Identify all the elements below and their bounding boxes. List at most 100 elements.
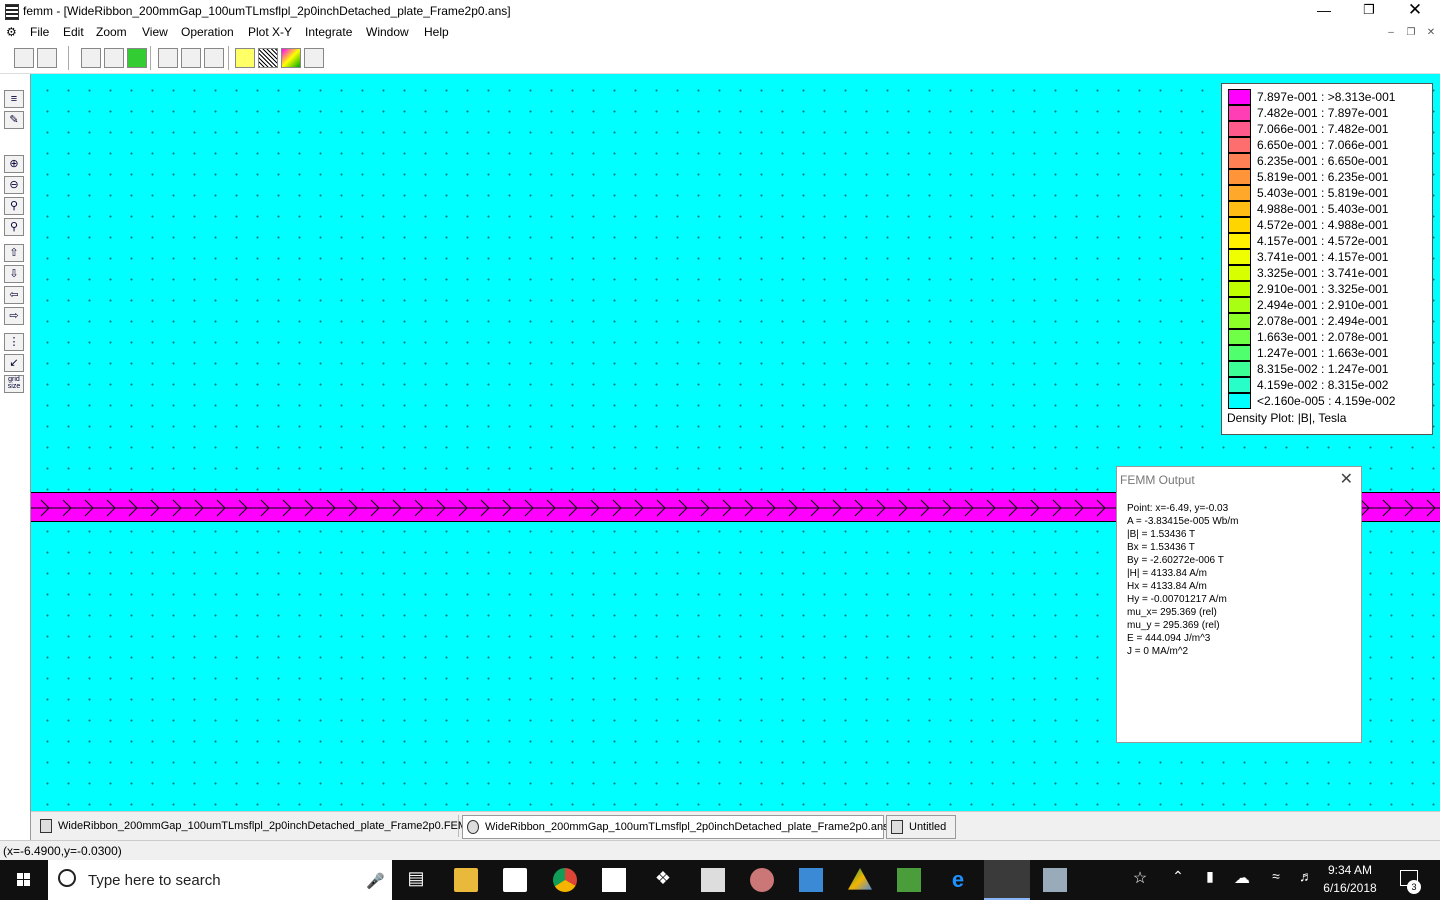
tab-label: Untitled xyxy=(909,821,947,833)
tab-untitled[interactable]: Untitled xyxy=(886,815,956,839)
mdi-close-icon[interactable]: ✕ xyxy=(1424,27,1438,39)
femm-doc-icon xyxy=(40,819,52,834)
wifi-icon[interactable]: ≈ xyxy=(1264,868,1288,892)
close-icon[interactable]: ✕ xyxy=(1392,0,1438,22)
status-coordinates: (x=-6.4900,y=-0.0300) xyxy=(3,844,122,858)
system-menu-icon[interactable]: ⚙ xyxy=(6,25,17,39)
dropbox-icon[interactable]: ❖ xyxy=(651,868,675,892)
femm-output-window[interactable]: FEMM Output ✕ Point: x=-6.49, y=-0.03 A =… xyxy=(1116,466,1362,743)
toolbar-separator xyxy=(228,46,229,70)
chrome-icon[interactable] xyxy=(553,868,577,892)
menu-plot-xy[interactable]: Plot X-Y xyxy=(248,25,292,39)
tab-ans-document[interactable]: WideRibbon_200mmGap_100umTLmsflpl_2p0inc… xyxy=(462,815,889,839)
clock-date[interactable]: 6/16/2018 xyxy=(1320,881,1380,895)
legend-range-label: 8.315e-002 : 1.247e-001 xyxy=(1257,362,1389,376)
store-icon[interactable] xyxy=(503,868,527,892)
menu-view[interactable]: View xyxy=(142,25,168,39)
femm-taskbar-icon[interactable] xyxy=(984,860,1030,900)
close-icon[interactable]: ✕ xyxy=(1340,469,1353,489)
edge-icon[interactable]: e xyxy=(946,868,970,892)
output-line: mu_y = 295.369 (rel) xyxy=(1127,620,1220,631)
femm-app-icon[interactable] xyxy=(5,4,19,20)
evernote-icon[interactable] xyxy=(897,868,921,892)
xy-plot-icon xyxy=(891,820,903,835)
pan-up-icon[interactable]: ⇧ xyxy=(4,244,24,262)
volume-icon[interactable]: ♬ xyxy=(1294,868,1318,892)
zoom-out-icon[interactable]: ⊖ xyxy=(4,176,24,194)
mdi-restore-icon[interactable]: ❐ xyxy=(1404,27,1418,39)
menu-help[interactable]: Help xyxy=(424,25,449,39)
point-mode-icon[interactable] xyxy=(81,48,101,68)
mail-icon[interactable] xyxy=(602,868,626,892)
window-title: femm - [WideRibbon_200mmGap_100umTLmsflp… xyxy=(23,4,511,18)
block-integral-icon[interactable] xyxy=(204,48,224,68)
zoom-natural-icon[interactable]: ⚲ xyxy=(4,197,24,215)
cortana-icon xyxy=(58,869,76,887)
calculator-icon[interactable] xyxy=(701,868,725,892)
show-mesh-icon[interactable] xyxy=(235,48,255,68)
postprocessor-icon xyxy=(467,820,479,835)
notification-badge: 3 xyxy=(1407,880,1421,894)
zoom-in-icon[interactable]: ⊕ xyxy=(4,155,24,173)
zoom-window-icon[interactable]: ⚲ xyxy=(4,218,24,236)
legend-range-label: 5.403e-001 : 5.819e-001 xyxy=(1257,186,1389,200)
people-icon[interactable]: ☆ xyxy=(1128,868,1152,892)
menu-edit[interactable]: Edit xyxy=(63,25,84,39)
legend-range-label: 7.482e-001 : 7.897e-001 xyxy=(1257,106,1389,120)
tab-fem-document[interactable]: WideRibbon_200mmGap_100umTLmsflpl_2p0inc… xyxy=(36,815,467,837)
density-plot-icon[interactable] xyxy=(281,48,301,68)
vector-plot-icon[interactable] xyxy=(304,48,324,68)
control-panel-icon[interactable] xyxy=(799,868,823,892)
windows-start-icon[interactable] xyxy=(0,860,48,900)
new-file-icon[interactable] xyxy=(14,48,34,68)
legend-swatch xyxy=(1228,185,1251,201)
legend-range-label: 5.819e-001 : 6.235e-001 xyxy=(1257,170,1389,184)
density-legend: 7.897e-001 : >8.313e-001 7.482e-001 : 7.8… xyxy=(1221,83,1433,435)
menu-file[interactable]: File xyxy=(30,25,49,39)
edit-props-icon[interactable]: ✎ xyxy=(4,111,24,129)
legend-range-label: <2.160e-005 : 4.159e-002 xyxy=(1257,394,1396,408)
legend-range-label: 4.157e-001 : 4.572e-001 xyxy=(1257,234,1389,248)
plot-xy-icon[interactable] xyxy=(158,48,178,68)
legend-swatch xyxy=(1228,169,1251,185)
snap-grid-icon[interactable]: ↙ xyxy=(4,354,24,372)
menu-window[interactable]: Window xyxy=(366,25,409,39)
pan-down-icon[interactable]: ⇩ xyxy=(4,265,24,283)
menu-zoom[interactable]: Zoom xyxy=(96,25,127,39)
taskbar-search-box[interactable]: Type here to search 🎤 xyxy=(48,860,392,900)
legend-range-label: 3.325e-001 : 3.741e-001 xyxy=(1257,266,1389,280)
legend-range-label: 6.235e-001 : 6.650e-001 xyxy=(1257,154,1389,168)
microphone-icon[interactable]: 🎤 xyxy=(366,872,385,890)
paint-icon[interactable] xyxy=(750,868,774,892)
line-integral-icon[interactable] xyxy=(181,48,201,68)
tab-label: WideRibbon_200mmGap_100umTLmsflpl_2p0inc… xyxy=(485,821,889,833)
pan-left-icon[interactable]: ⇦ xyxy=(4,286,24,304)
mdi-minimize-icon[interactable]: – xyxy=(1384,27,1398,39)
open-folder-icon[interactable] xyxy=(37,48,57,68)
onedrive-icon[interactable]: ☁ xyxy=(1230,868,1254,892)
search-placeholder: Type here to search xyxy=(88,872,221,889)
task-view-icon[interactable]: ▤ xyxy=(404,868,428,892)
minimize-icon[interactable]: — xyxy=(1301,0,1347,22)
chevron-up-icon[interactable]: ⌃ xyxy=(1166,868,1190,892)
menu-operation[interactable]: Operation xyxy=(181,25,234,39)
battery-icon[interactable]: ▮ xyxy=(1198,868,1222,892)
notes-icon[interactable] xyxy=(1043,868,1067,892)
legend-swatch xyxy=(1228,297,1251,313)
legend-swatch xyxy=(1228,121,1251,137)
pan-right-icon[interactable]: ⇨ xyxy=(4,307,24,325)
contour-mode-icon[interactable] xyxy=(104,48,124,68)
legend-range-label: 2.494e-001 : 2.910e-001 xyxy=(1257,298,1389,312)
output-line: Hy = -0.00701217 A/m xyxy=(1127,594,1227,605)
list-icon[interactable]: ≡ xyxy=(4,90,24,108)
contour-plot-icon[interactable] xyxy=(258,48,278,68)
area-mode-icon[interactable] xyxy=(127,48,147,68)
legend-swatch xyxy=(1228,217,1251,233)
status-bar xyxy=(0,840,1440,861)
grid-size-icon[interactable]: grid size xyxy=(4,375,24,393)
clock-time[interactable]: 9:34 AM xyxy=(1320,863,1380,877)
restore-icon[interactable]: ❐ xyxy=(1346,0,1392,22)
menu-integrate[interactable]: Integrate xyxy=(305,25,352,39)
file-explorer-icon[interactable] xyxy=(454,868,478,892)
show-grid-icon[interactable]: ⋮ xyxy=(4,333,24,351)
